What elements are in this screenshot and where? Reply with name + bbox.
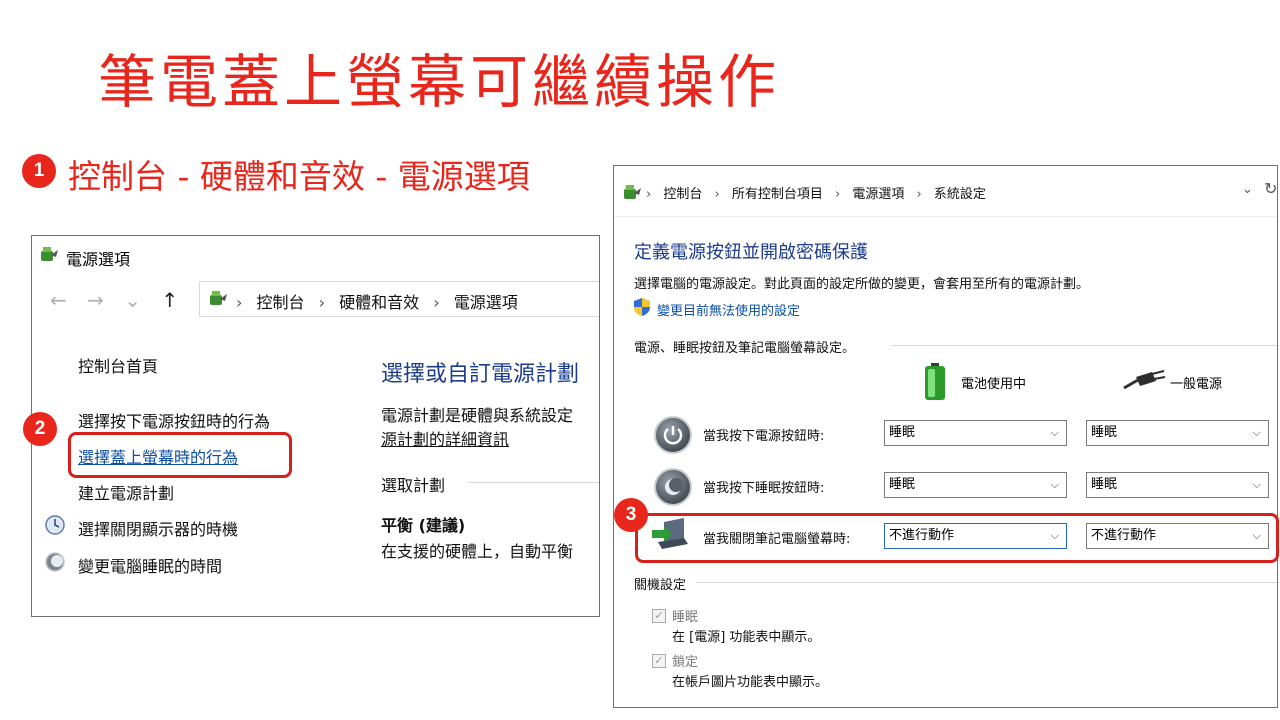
breadcrumb-system-settings[interactable]: 系統設定 <box>934 187 986 202</box>
power-plug-icon <box>1123 370 1166 390</box>
sleep-button-label: 當我按下睡眠按鈕時: <box>703 481 825 496</box>
breadcrumb-separator: › <box>835 187 841 202</box>
change-unavailable-settings-link[interactable]: 變更目前無法使用的設定 <box>657 300 800 319</box>
slide-title: 筆電蓋上螢幕可繼續操作 <box>98 48 781 116</box>
group-label: 電源、睡眠按鈕及筆記電腦螢幕設定。 <box>634 341 856 356</box>
address-bar[interactable]: › 控制台 › 所有控制台項目 › 電源選項 › 系統設定 ⌄ ↻ <box>614 166 1277 217</box>
breadcrumb-separator: › <box>714 187 720 202</box>
power-options-window: 電源選項 ← → ⌄ ↑ › 控制台 › 硬體和音效 › 電源選項 控制台首頁 … <box>31 235 600 617</box>
breadcrumb: › 控制台 › 硬體和音效 › 電源選項 <box>236 289 518 313</box>
step-2-badge: 2 <box>23 412 57 446</box>
step-1-instruction: 控制台 - 硬體和音效 - 電源選項 <box>68 157 530 196</box>
sidebar-item-create-plan[interactable]: 建立電源計劃 <box>78 480 174 504</box>
page-title: 定義電源按鈕並開啟密碼保護 <box>634 242 868 263</box>
step-1-badge: 1 <box>22 154 56 188</box>
divider <box>891 345 1277 346</box>
battery-icon <box>925 363 945 400</box>
breadcrumb-power-options[interactable]: 電源選項 <box>454 293 518 312</box>
lock-checkbox[interactable]: ✓ <box>652 654 666 668</box>
breadcrumb-separator: › <box>236 293 243 312</box>
divider <box>467 482 599 483</box>
plan-name[interactable]: 平衡 (建議) <box>381 512 465 536</box>
highlight-close-lid-row <box>635 513 1279 563</box>
breadcrumb: › 控制台 › 所有控制台項目 › 電源選項 › 系統設定 <box>646 183 986 202</box>
breadcrumb-control-panel[interactable]: 控制台 <box>257 293 305 312</box>
up-arrow-icon[interactable]: ↑ <box>161 288 178 312</box>
step-3-badge: 3 <box>614 498 648 532</box>
power-button-battery-select[interactable]: 睡眠 ⌵ <box>884 420 1067 446</box>
shutdown-settings-label: 關機設定 <box>634 578 687 593</box>
chevron-down-icon: ⌵ <box>1050 478 1059 491</box>
plan-summary: 在支援的硬體上，自動平衡 <box>381 542 574 561</box>
highlight-close-lid-link <box>68 432 292 478</box>
sleep-moon-icon <box>45 552 65 572</box>
refresh-icon[interactable]: ↻ <box>1264 179 1277 198</box>
column-battery: 電池使用中 <box>961 377 1027 392</box>
sleep-button-battery-select[interactable]: 睡眠 ⌵ <box>884 472 1067 498</box>
uac-shield-icon <box>634 298 650 316</box>
breadcrumb-control-panel[interactable]: 控制台 <box>663 187 702 202</box>
sleep-option-desc: 在 [電源] 功能表中顯示。 <box>672 630 821 645</box>
system-settings-window: › 控制台 › 所有控制台項目 › 電源選項 › 系統設定 ⌄ ↻ 定義電源按鈕… <box>613 165 1278 708</box>
chevron-down-icon[interactable]: ⌄ <box>1242 182 1253 197</box>
select-plan-label: 選取計劃 <box>381 476 446 495</box>
sleep-button-icon <box>654 468 692 506</box>
divider <box>696 582 1277 583</box>
control-panel-icon <box>624 185 641 199</box>
sleep-checkbox[interactable]: ✓ <box>652 609 666 623</box>
control-panel-icon <box>210 291 227 305</box>
sidebar-item-power-button[interactable]: 選擇按下電源按鈕時的行為 <box>78 408 270 432</box>
breadcrumb-hardware-sound[interactable]: 硬體和音效 <box>339 293 419 312</box>
breadcrumb-separator: › <box>916 187 922 202</box>
sidebar-item-display-off[interactable]: 選擇關閉顯示器的時機 <box>78 516 238 540</box>
sidebar-item-sleep-time[interactable]: 變更電腦睡眠的時間 <box>78 553 222 577</box>
chevron-down-icon: ⌵ <box>1252 426 1261 439</box>
forward-arrow-icon[interactable]: → <box>87 288 104 312</box>
lock-option-desc: 在帳戶圖片功能表中顯示。 <box>672 675 829 690</box>
breadcrumb-all-items[interactable]: 所有控制台項目 <box>732 187 823 202</box>
select-value: 睡眠 <box>1091 477 1118 492</box>
breadcrumb-separator: › <box>433 293 440 312</box>
column-plugged-in: 一般電源 <box>1170 377 1223 392</box>
chevron-down-icon: ⌵ <box>1252 478 1261 491</box>
select-value: 睡眠 <box>889 477 916 492</box>
sidebar-home-link[interactable]: 控制台首頁 <box>78 353 158 377</box>
sleep-option-label: 睡眠 <box>672 610 699 625</box>
select-value: 睡眠 <box>1091 425 1118 440</box>
breadcrumb-power-options[interactable]: 電源選項 <box>852 187 904 202</box>
power-button-plugged-select[interactable]: 睡眠 ⌵ <box>1086 420 1269 446</box>
power-button-icon <box>654 416 692 454</box>
select-value: 睡眠 <box>889 425 916 440</box>
power-options-icon <box>41 247 58 261</box>
recent-dropdown-icon[interactable]: ⌄ <box>124 288 141 312</box>
main-heading: 選擇或自訂電源計劃 <box>381 362 580 387</box>
chevron-down-icon: ⌵ <box>1050 426 1059 439</box>
breadcrumb-separator: › <box>646 187 652 202</box>
page-description: 選擇電腦的電源設定。對此頁面的設定所做的變更，會套用至所有的電源計劃。 <box>634 277 1090 292</box>
nav-buttons: ← → ⌄ ↑ <box>50 288 192 312</box>
lock-option-label: 鎖定 <box>672 655 699 670</box>
back-arrow-icon[interactable]: ← <box>50 288 67 312</box>
plan-description: 電源計劃是硬體與系統設定 <box>381 406 574 425</box>
window-title: 電源選項 <box>66 250 131 269</box>
sleep-button-plugged-select[interactable]: 睡眠 ⌵ <box>1086 472 1269 498</box>
plan-info-link[interactable]: 源計劃的詳細資訊 <box>381 426 509 450</box>
power-button-label: 當我按下電源按鈕時: <box>703 429 825 444</box>
monitor-clock-icon <box>45 515 65 535</box>
breadcrumb-separator: › <box>318 293 326 312</box>
address-bar[interactable]: › 控制台 › 硬體和音效 › 電源選項 <box>199 281 599 317</box>
